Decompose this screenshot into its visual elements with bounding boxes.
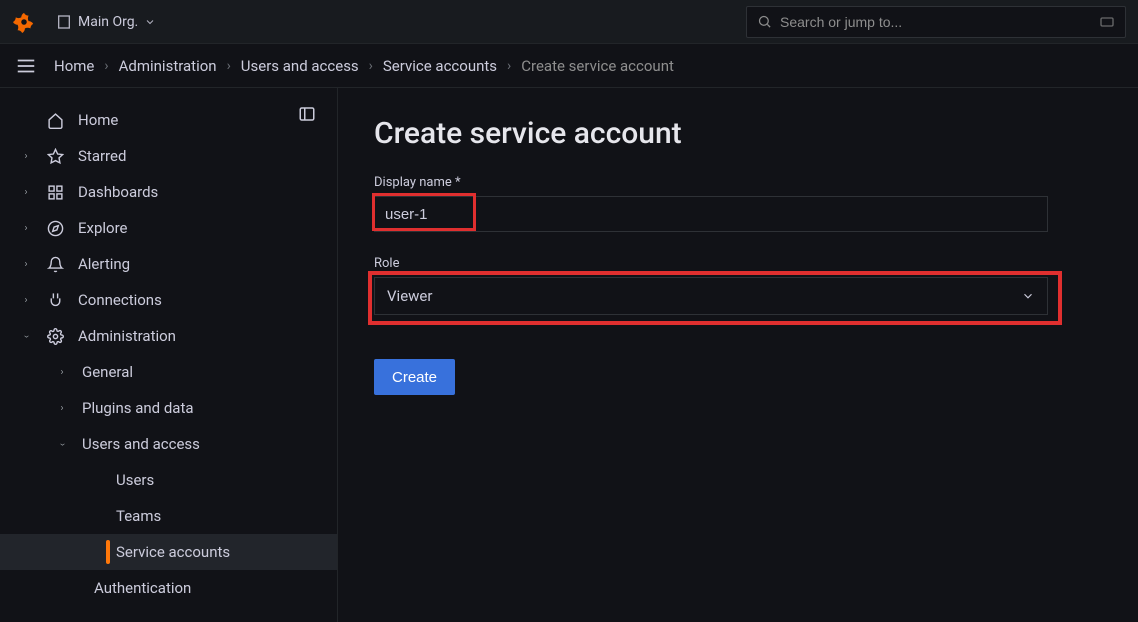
sidebar-item-general[interactable]: › General — [0, 354, 337, 390]
breadcrumb-current: Create service account — [521, 57, 674, 75]
page-title: Create service account — [374, 116, 1102, 151]
sidebar-item-label: Explore — [78, 219, 128, 237]
global-search[interactable] — [746, 6, 1126, 38]
chevron-down-icon — [1021, 289, 1035, 303]
org-switcher[interactable]: Main Org. — [48, 10, 164, 34]
panel-left-icon — [298, 105, 316, 123]
chevron-right-icon: › — [56, 403, 68, 414]
chevron-right-icon: › — [20, 223, 32, 234]
sidebar-item-label: Home — [78, 111, 118, 129]
breadcrumb: Home › Administration › Users and access… — [54, 57, 674, 75]
chevron-right-icon: › — [227, 58, 231, 74]
breadcrumb-users-access[interactable]: Users and access — [241, 57, 359, 75]
sidebar-item-label: Starred — [78, 147, 126, 165]
sidebar-item-service-accounts[interactable]: Service accounts — [0, 534, 337, 570]
sidebar-item-label: Alerting — [78, 255, 130, 273]
role-selected-value: Viewer — [387, 287, 432, 305]
sidebar-item-home[interactable]: Home — [0, 102, 337, 138]
breadcrumb-bar: Home › Administration › Users and access… — [0, 44, 1138, 88]
chevron-down-icon — [144, 16, 156, 28]
grid-icon — [46, 184, 64, 201]
role-select[interactable]: Viewer — [374, 277, 1048, 315]
main-content: Create service account Display name * Ro… — [338, 88, 1138, 622]
display-name-label: Display name * — [374, 175, 1102, 190]
role-label: Role — [374, 256, 1102, 271]
chevron-right-icon: › — [56, 367, 68, 378]
collapse-sidebar-button[interactable] — [295, 102, 319, 126]
sidebar-item-label: Teams — [116, 507, 161, 525]
search-input[interactable] — [780, 14, 1091, 30]
sidebar-item-explore[interactable]: › Explore — [0, 210, 337, 246]
menu-toggle-button[interactable] — [12, 52, 40, 80]
keyboard-shortcut-icon — [1099, 14, 1115, 30]
topbar: Main Org. — [0, 0, 1138, 44]
chevron-right-icon: › — [20, 151, 32, 162]
breadcrumb-home[interactable]: Home — [54, 57, 94, 75]
home-icon — [46, 112, 64, 129]
chevron-right-icon: › — [369, 58, 373, 74]
sidebar-item-connections[interactable]: › Connections — [0, 282, 337, 318]
building-icon — [56, 14, 72, 30]
sidebar-item-label: Connections — [78, 291, 162, 309]
sidebar-item-teams[interactable]: Teams — [0, 498, 337, 534]
sidebar-item-administration[interactable]: › Administration — [0, 318, 337, 354]
sidebar-item-label: Authentication — [94, 579, 191, 597]
sidebar-item-label: Administration — [78, 327, 176, 345]
sidebar-item-dashboards[interactable]: › Dashboards — [0, 174, 337, 210]
breadcrumb-service-accounts[interactable]: Service accounts — [383, 57, 497, 75]
chevron-right-icon: › — [20, 187, 32, 198]
sidebar-item-plugins[interactable]: › Plugins and data — [0, 390, 337, 426]
breadcrumb-administration[interactable]: Administration — [119, 57, 217, 75]
chevron-down-icon: › — [21, 330, 32, 342]
chevron-right-icon: › — [507, 58, 511, 74]
sidebar-item-label: General — [82, 363, 133, 381]
display-name-input[interactable] — [374, 196, 1048, 232]
sidebar-item-label: Users — [116, 471, 154, 489]
star-icon — [46, 148, 64, 165]
chevron-right-icon: › — [20, 259, 32, 270]
chevron-right-icon: › — [104, 58, 108, 74]
org-name: Main Org. — [78, 14, 138, 30]
grafana-logo-icon[interactable] — [12, 10, 36, 34]
create-button[interactable]: Create — [374, 359, 455, 395]
sidebar-item-label: Plugins and data — [82, 399, 194, 417]
sidebar-item-users[interactable]: Users — [0, 462, 337, 498]
sidebar: Home › Starred › Dashboards › Explore › … — [0, 88, 338, 622]
sidebar-item-starred[interactable]: › Starred — [0, 138, 337, 174]
display-name-field: Display name * — [374, 175, 1102, 232]
plug-icon — [46, 292, 64, 309]
gear-icon — [46, 328, 64, 345]
search-icon — [757, 14, 772, 29]
sidebar-item-alerting[interactable]: › Alerting — [0, 246, 337, 282]
sidebar-item-label: Service accounts — [116, 543, 230, 561]
sidebar-item-label: Dashboards — [78, 183, 158, 201]
sidebar-item-users-access[interactable]: › Users and access — [0, 426, 337, 462]
sidebar-item-authentication[interactable]: Authentication — [0, 570, 337, 606]
hamburger-icon — [15, 55, 37, 77]
bell-icon — [46, 256, 64, 273]
chevron-down-icon: › — [57, 438, 68, 450]
chevron-right-icon: › — [20, 295, 32, 306]
sidebar-item-label: Users and access — [82, 435, 200, 453]
compass-icon — [46, 220, 64, 237]
